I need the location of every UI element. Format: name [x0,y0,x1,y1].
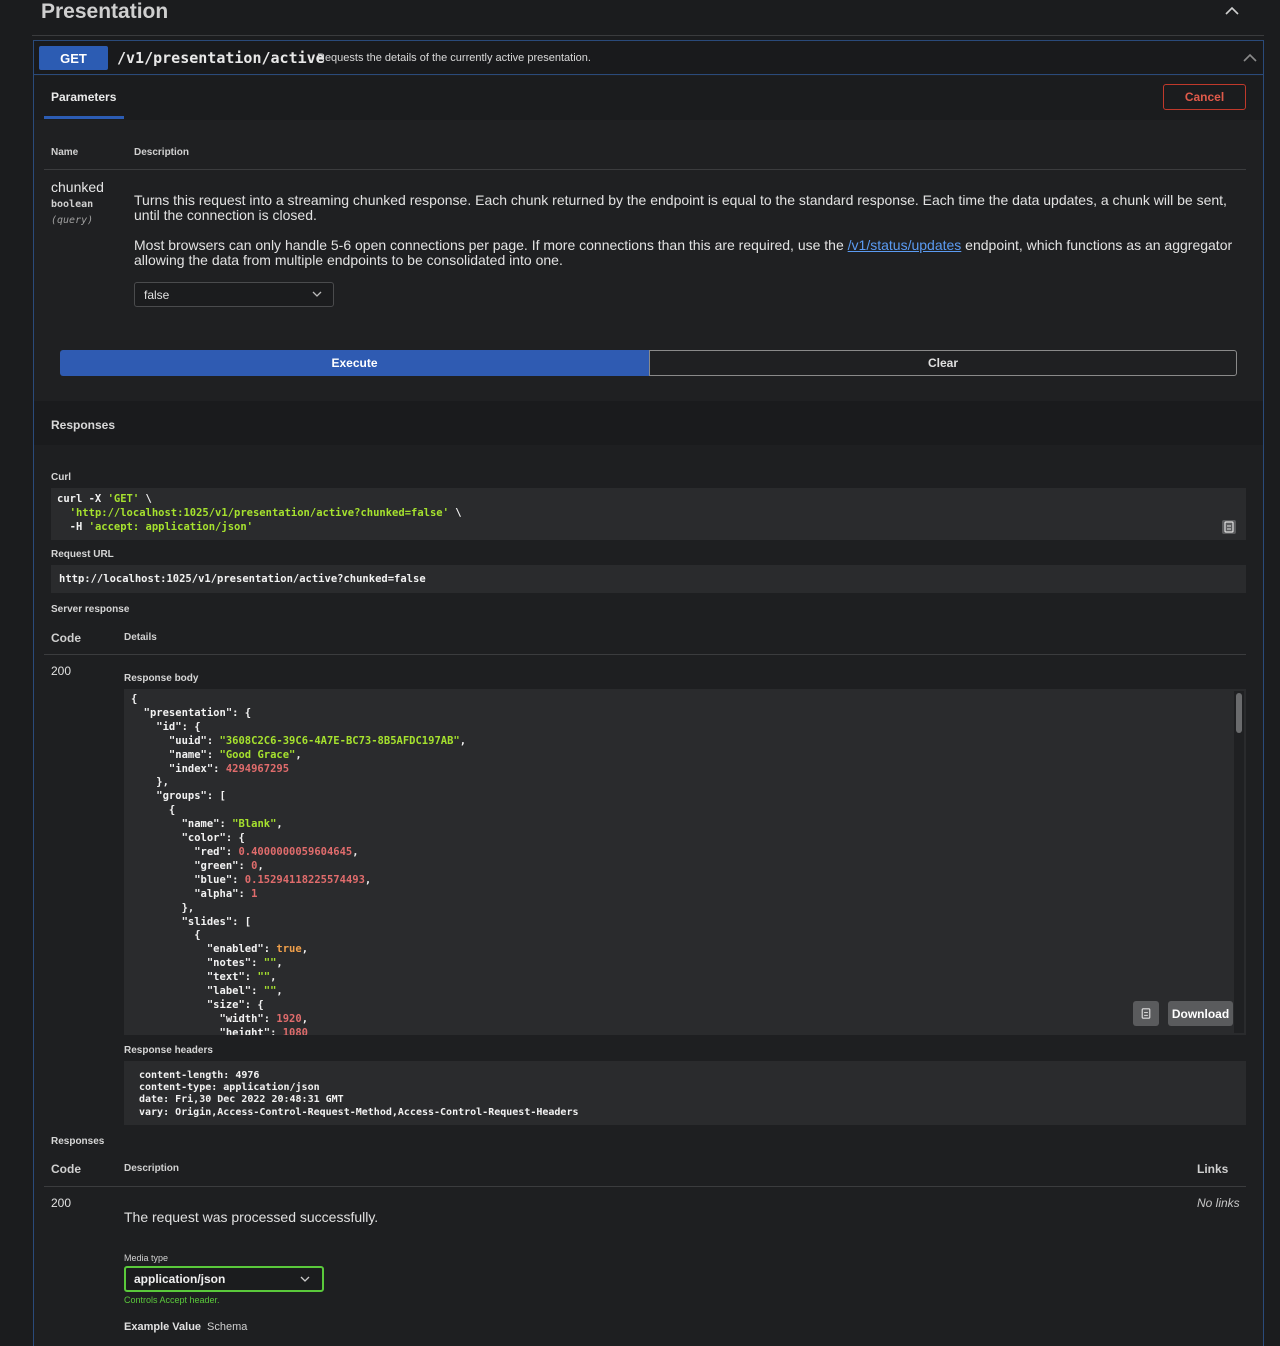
json-value: 1 [251,887,258,900]
code-string: 'accept: application/json' [88,521,253,533]
response-headers-label: Response headers [124,1045,213,1056]
response-body-label: Response body [124,673,199,684]
response-headers[interactable]: content-length: 4976 content-type: applic… [124,1061,1246,1125]
page: Presentation GET /v1/presentation/active… [0,0,1280,1346]
json-value: 4294967295 [225,762,290,775]
code-text: -H [69,521,89,533]
media-type-hint: Controls Accept header. [124,1295,220,1305]
json-value: 1920 [276,1012,302,1025]
column-header-links: Links [1197,1162,1229,1176]
json-value: "" [263,985,277,998]
json-value: "" [263,957,277,970]
curl-command[interactable]: curl -X 'GET' \ 'http://localhost:1025/v… [51,488,1246,540]
section-divider [32,35,1264,36]
execute-button[interactable]: Execute [60,350,649,376]
tab-parameters[interactable]: Parameters [51,90,116,104]
table-divider [44,1186,1246,1187]
tab-example-value[interactable]: Example Value [124,1321,201,1333]
json-value: "3608C2C6-39C6-4A7E-BC73-8B5AFDC197AB" [219,734,460,747]
response-description: The request was processed successfully. [124,1209,379,1225]
header-line: date: Fri,30 Dec 2022 20:48:31 GMT [139,1094,344,1106]
endpoint-path: /v1/presentation/active [117,49,325,67]
param-description-note: Most browsers can only handle 5-6 open c… [134,238,1234,268]
json-value: 0.15294118225574493 [244,873,365,886]
column-header-code: Code [51,1162,81,1176]
header-line: content-type: application/json [139,1082,320,1094]
param-name: chunked [51,179,104,195]
responses-header: Responses [34,401,1263,445]
section-title[interactable]: Presentation [41,0,168,24]
request-url[interactable]: http://localhost:1025/v1/presentation/ac… [51,565,1246,593]
tab-active-indicator [44,116,124,119]
parameters-panel: Name Description chunked boolean (query)… [34,120,1263,401]
table-divider [44,654,1246,655]
code-string: 'GET' [107,493,140,505]
json-value: 1080 [282,1026,309,1035]
endpoint-summary: Requests the details of the currently ac… [317,52,591,64]
chevron-down-icon [300,1276,310,1282]
header-line: vary: Origin,Access-Control-Request-Meth… [139,1106,579,1118]
code-string: 'http://localhost:1025/v1/presentation/a… [69,507,449,519]
response-body-scrollbar[interactable] [1234,691,1244,1033]
column-header-description: Description [124,1163,180,1174]
select-value: false [144,287,170,302]
param-description: Turns this request into a streaming chun… [134,192,1227,223]
cancel-button[interactable]: Cancel [1163,84,1246,110]
code-text: \ [448,507,462,519]
response-body[interactable]: { "presentation": { "id": { "uuid": "360… [124,689,1246,1035]
chevron-up-icon[interactable] [1224,6,1240,16]
operation-block: GET /v1/presentation/active Requests the… [33,40,1264,1346]
header-line: content-length: 4976 [139,1070,260,1081]
copy-icon [1141,1008,1151,1019]
request-url-label: Request URL [51,549,114,560]
clear-button[interactable]: Clear [649,350,1237,376]
table-divider [44,169,1246,170]
media-type-label: Media type [124,1253,169,1263]
note-text: Most browsers can only handle 5-6 open c… [134,237,848,253]
curl-label: Curl [51,472,71,483]
code-text: curl -X [57,493,108,505]
json-value: "" [257,971,271,984]
column-header-code: Code [51,631,81,645]
responses-title: Responses [51,418,116,432]
copy-icon[interactable] [1220,518,1238,536]
json-value: 0.4000000059604645 [238,845,353,858]
json-value: "Good Grace" [219,748,296,761]
execute-actions: Execute Clear [60,350,1237,376]
method-badge: GET [39,46,108,70]
json-value: "Blank" [232,818,277,831]
chunked-select[interactable]: false [134,282,334,307]
download-button[interactable]: Download [1168,1001,1233,1026]
responses-label: Responses [51,1136,105,1147]
copy-button[interactable] [1133,1001,1159,1026]
tab-bar: Parameters Cancel [34,76,1263,120]
media-type-select[interactable]: application/json [124,1266,324,1292]
json-value: true [276,943,302,956]
response-code: 200 [51,664,72,678]
scrollbar-thumb[interactable] [1236,693,1242,733]
column-header-description: Description [134,147,190,158]
operation-summary[interactable]: GET /v1/presentation/active Requests the… [34,41,1263,75]
server-response-label: Server response [51,604,130,615]
chevron-up-icon[interactable] [1242,53,1258,63]
column-header-details: Details [124,632,157,643]
select-value: application/json [134,1272,226,1286]
param-type: boolean [51,199,94,210]
code-text: \ [139,493,152,505]
status-updates-link[interactable]: /v1/status/updates [848,237,962,253]
chevron-down-icon [312,291,322,297]
no-links-text: No links [1197,1196,1240,1210]
column-header-name: Name [51,147,79,158]
response-code: 200 [51,1196,72,1210]
tab-schema[interactable]: Schema [207,1321,247,1333]
param-location: (query) [51,215,94,226]
